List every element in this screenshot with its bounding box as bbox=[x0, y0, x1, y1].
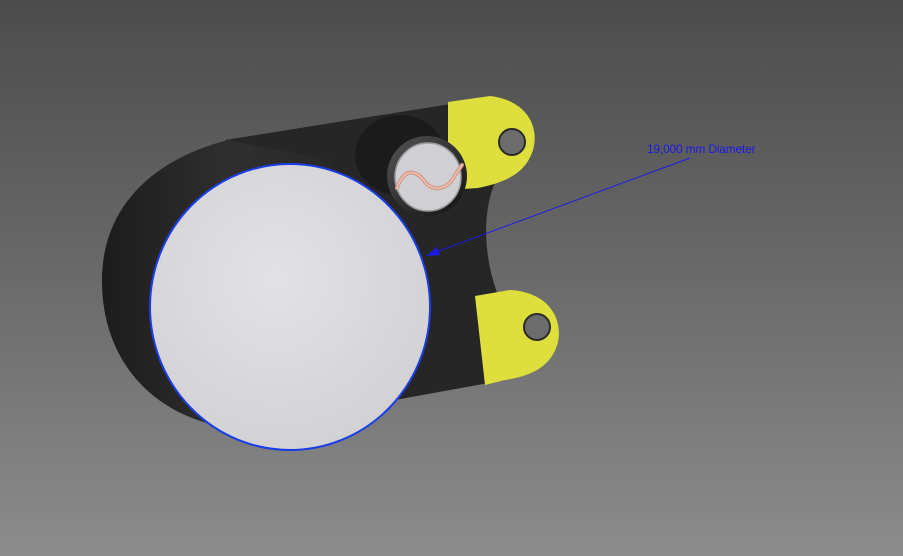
dimension-label[interactable]: 19,000 mm Diameter bbox=[647, 142, 756, 156]
lower-tab-hole[interactable] bbox=[523, 313, 551, 341]
lower-mounting-tab[interactable] bbox=[475, 290, 559, 385]
upper-tab-hole[interactable] bbox=[498, 128, 526, 156]
model-scene[interactable] bbox=[0, 0, 903, 556]
cad-viewport[interactable]: 19,000 mm Diameter bbox=[0, 0, 903, 556]
front-face[interactable] bbox=[150, 164, 430, 450]
